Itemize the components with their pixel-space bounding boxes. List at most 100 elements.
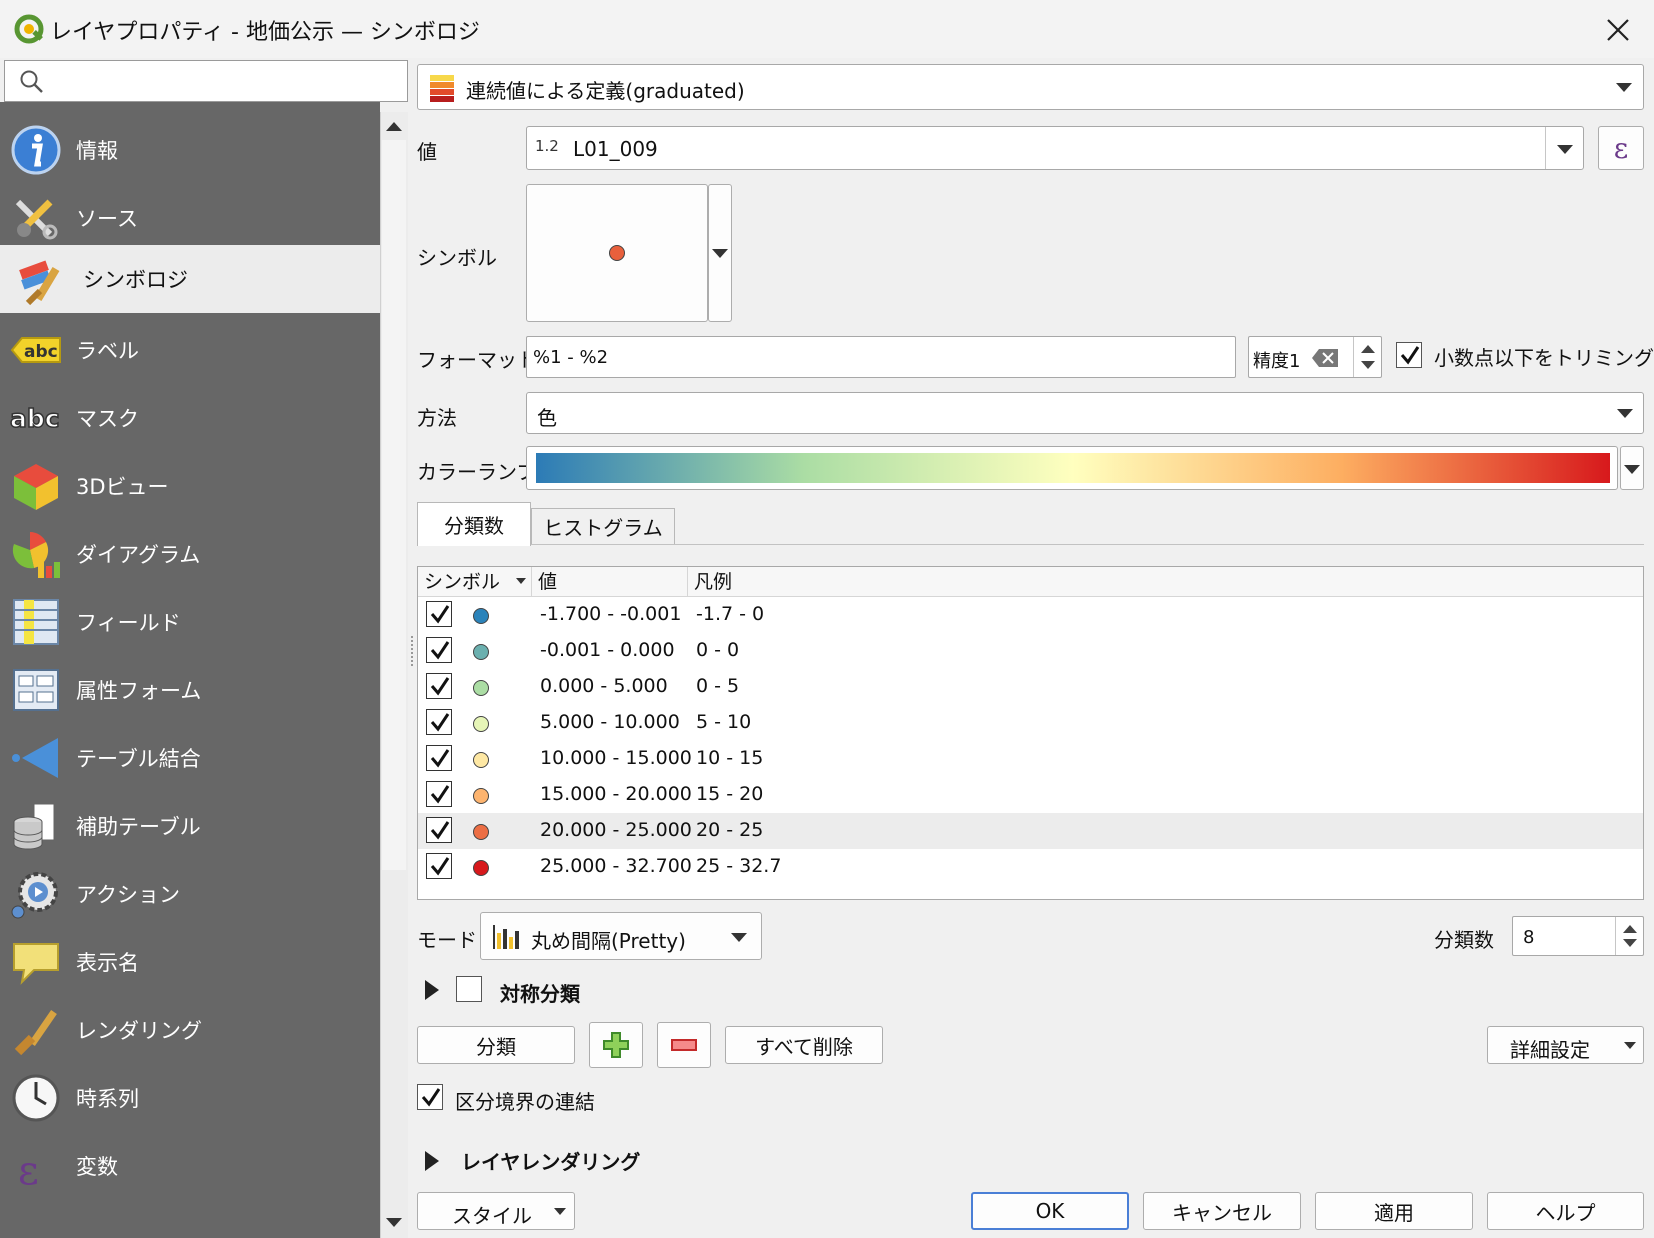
- class-legend[interactable]: 5 - 10: [696, 711, 751, 733]
- format-input[interactable]: %1 - %2: [526, 336, 1236, 378]
- sidebar-item-symbology[interactable]: シンボロジ: [0, 245, 380, 313]
- class-legend[interactable]: 0 - 5: [696, 675, 739, 697]
- value-field-select[interactable]: 1.2 L01_009: [526, 126, 1584, 170]
- precision-spinbox[interactable]: 精度1: [1248, 336, 1382, 378]
- class-visibility-checkbox[interactable]: [426, 817, 452, 843]
- spin-down-icon[interactable]: [1623, 939, 1637, 947]
- class-legend[interactable]: 20 - 25: [696, 819, 763, 841]
- spin-down-icon[interactable]: [1361, 361, 1375, 369]
- class-visibility-checkbox[interactable]: [426, 637, 452, 663]
- sidebar-item-mask[interactable]: abc マスク: [0, 382, 380, 454]
- class-symbol-dot[interactable]: [473, 752, 489, 768]
- class-symbol-dot[interactable]: [473, 824, 489, 840]
- mode-select[interactable]: 丸め間隔(Pretty): [480, 912, 762, 960]
- spin-up-icon[interactable]: [1623, 925, 1637, 933]
- sidebar-item-rendering[interactable]: レンダリング: [0, 994, 380, 1066]
- trim-checkbox[interactable]: [1396, 342, 1422, 368]
- class-values[interactable]: -1.700 - -0.001: [540, 603, 681, 625]
- help-button[interactable]: ヘルプ: [1487, 1192, 1644, 1230]
- class-legend[interactable]: -1.7 - 0: [696, 603, 764, 625]
- sidebar-item-joins[interactable]: テーブル結合: [0, 722, 380, 794]
- sidebar-item-display-name[interactable]: 表示名: [0, 926, 380, 998]
- scroll-up-arrow-icon[interactable]: [386, 122, 402, 131]
- column-header-legend[interactable]: 凡例: [688, 567, 1643, 597]
- method-select[interactable]: 色: [526, 392, 1644, 434]
- table-row[interactable]: 0.000 - 5.000 0 - 5: [418, 669, 1643, 705]
- class-symbol-dot[interactable]: [473, 608, 489, 624]
- class-legend[interactable]: 10 - 15: [696, 747, 763, 769]
- class-legend[interactable]: 0 - 0: [696, 639, 739, 661]
- class-visibility-checkbox[interactable]: [426, 709, 452, 735]
- tab-classes[interactable]: 分類数: [417, 502, 531, 546]
- classes-count-spinbox[interactable]: 8: [1512, 916, 1644, 956]
- sidebar-item-attribute-form[interactable]: 属性フォーム: [0, 654, 380, 726]
- class-visibility-checkbox[interactable]: [426, 601, 452, 627]
- sidebar-item-temporal[interactable]: 時系列: [0, 1062, 380, 1134]
- class-values[interactable]: 10.000 - 15.000: [540, 747, 692, 769]
- sidebar-item-diagrams[interactable]: ダイアグラム: [0, 518, 380, 590]
- class-visibility-checkbox[interactable]: [426, 673, 452, 699]
- clear-icon[interactable]: [1311, 348, 1339, 368]
- class-values[interactable]: 20.000 - 25.000: [540, 819, 692, 841]
- cancel-button[interactable]: キャンセル: [1143, 1192, 1301, 1230]
- remove-class-button[interactable]: [657, 1022, 711, 1068]
- tab-histogram[interactable]: ヒストグラム: [531, 508, 675, 544]
- class-symbol-dot[interactable]: [473, 860, 489, 876]
- apply-button[interactable]: 適用: [1315, 1192, 1473, 1230]
- class-visibility-checkbox[interactable]: [426, 781, 452, 807]
- class-values[interactable]: 15.000 - 20.000: [540, 783, 692, 805]
- table-row[interactable]: 25.000 - 32.700 25 - 32.7: [418, 849, 1643, 885]
- expand-layer-rendering-icon[interactable]: [425, 1151, 439, 1171]
- class-symbol-dot[interactable]: [473, 788, 489, 804]
- sidebar-item-info[interactable]: 情報: [0, 114, 380, 186]
- color-ramp-menu-button[interactable]: [1620, 446, 1644, 490]
- spin-up-icon[interactable]: [1361, 345, 1375, 353]
- sidebar-item-actions[interactable]: アクション: [0, 858, 380, 930]
- scroll-down-arrow-icon[interactable]: [386, 1218, 402, 1227]
- class-legend[interactable]: 25 - 32.7: [696, 855, 781, 877]
- classes-table[interactable]: シンボル 値 凡例 -1.700 - -0.001 -1.7 - 0 -0.001 …: [417, 566, 1644, 900]
- symbol-menu-button[interactable]: [708, 184, 732, 322]
- table-row[interactable]: 10.000 - 15.000 10 - 15: [418, 741, 1643, 777]
- class-values[interactable]: 5.000 - 10.000: [540, 711, 680, 733]
- close-button[interactable]: [1592, 8, 1644, 52]
- class-values[interactable]: 25.000 - 32.700: [540, 855, 692, 877]
- symmetric-checkbox[interactable]: [456, 976, 482, 1002]
- column-header-symbol[interactable]: シンボル: [418, 567, 532, 597]
- class-symbol-dot[interactable]: [473, 716, 489, 732]
- splitter-handle[interactable]: [411, 636, 413, 666]
- link-boundaries-checkbox[interactable]: [417, 1084, 443, 1110]
- classify-button[interactable]: 分類: [417, 1026, 575, 1064]
- table-row[interactable]: 5.000 - 10.000 5 - 10: [418, 705, 1643, 741]
- renderer-select[interactable]: 連続値による定義(graduated): [417, 64, 1644, 110]
- style-button[interactable]: スタイル: [417, 1192, 575, 1230]
- expression-button[interactable]: ε: [1598, 126, 1644, 170]
- sidebar-item-fields[interactable]: フィールド: [0, 586, 380, 658]
- ok-button[interactable]: OK: [971, 1192, 1129, 1230]
- column-header-values[interactable]: 値: [532, 567, 688, 597]
- sidebar-item-source[interactable]: ソース: [0, 182, 380, 254]
- add-class-button[interactable]: [589, 1022, 643, 1068]
- sidebar-item-labels[interactable]: abc ラベル: [0, 314, 380, 386]
- delete-all-button[interactable]: すべて削除: [725, 1026, 883, 1064]
- table-row[interactable]: 15.000 - 20.000 15 - 20: [418, 777, 1643, 813]
- class-symbol-dot[interactable]: [473, 680, 489, 696]
- table-row[interactable]: -1.700 - -0.001 -1.7 - 0: [418, 597, 1643, 633]
- expand-symmetric-icon[interactable]: [425, 980, 439, 1000]
- table-row[interactable]: 20.000 - 25.000 20 - 25: [418, 813, 1643, 849]
- class-visibility-checkbox[interactable]: [426, 745, 452, 771]
- sidebar-item-3d-view[interactable]: 3Dビュー: [0, 450, 380, 522]
- class-values[interactable]: 0.000 - 5.000: [540, 675, 668, 697]
- class-visibility-checkbox[interactable]: [426, 853, 452, 879]
- symbol-button[interactable]: [526, 184, 708, 322]
- class-symbol-dot[interactable]: [473, 644, 489, 660]
- class-legend[interactable]: 15 - 20: [696, 783, 763, 805]
- sidebar-item-auxiliary-storage[interactable]: 補助テーブル: [0, 790, 380, 862]
- sidebar-scrollbar-thumb[interactable]: [382, 140, 406, 870]
- advanced-button[interactable]: 詳細設定: [1487, 1026, 1644, 1064]
- search-input[interactable]: [4, 60, 408, 102]
- class-values[interactable]: -0.001 - 0.000: [540, 639, 675, 661]
- color-ramp-button[interactable]: [526, 446, 1618, 490]
- table-row[interactable]: -0.001 - 0.000 0 - 0: [418, 633, 1643, 669]
- sidebar-item-variables[interactable]: ε 変数: [0, 1130, 380, 1202]
